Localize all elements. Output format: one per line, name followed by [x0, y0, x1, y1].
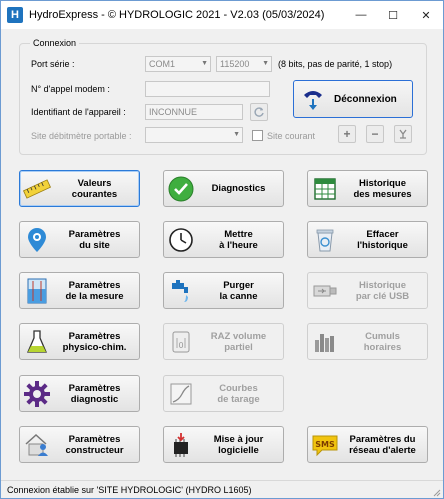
- courbes-tarage-button[interactable]: Courbes de tarage: [163, 375, 284, 412]
- device-label: Identifiant de l'appareil :: [31, 107, 126, 117]
- refresh-button[interactable]: [250, 103, 268, 121]
- courbes-tarage-label: Courbes de tarage: [217, 382, 260, 405]
- parametres-site-label: Paramètres du site: [68, 228, 121, 251]
- mise-a-jour-label: Mise à jour logicielle: [213, 433, 264, 456]
- connexion-group-title: Connexion: [30, 38, 80, 48]
- parametres-alerte-label: Paramètres du réseau d'alerte: [349, 433, 416, 456]
- curve-graph-icon: [170, 383, 192, 404]
- parametres-constructeur-label: Paramètres constructeur: [65, 433, 124, 456]
- modem-label: N° d'appel modem :: [31, 84, 110, 94]
- clock-icon: [169, 227, 193, 252]
- tool-icon: [399, 129, 407, 139]
- purger-canne-button[interactable]: Purger la canne: [163, 272, 284, 309]
- location-pin-gear-icon: [28, 227, 46, 252]
- site-settings-button[interactable]: [394, 125, 412, 143]
- phone-hangup-icon: [304, 91, 322, 110]
- close-button[interactable]: ✕: [409, 1, 443, 29]
- tank-reset-icon: 0: [172, 331, 190, 352]
- effacer-historique-button[interactable]: Effacer l'historique: [307, 221, 428, 258]
- disconnect-label: Déconnexion: [334, 93, 397, 105]
- add-site-button[interactable]: +: [338, 125, 356, 143]
- plus-icon: +: [343, 127, 351, 141]
- port-value: COM1: [149, 59, 176, 69]
- cumuls-horaires-button[interactable]: Cumuls horaires: [307, 323, 428, 360]
- parametres-diagnostic-button[interactable]: Paramètres diagnostic: [19, 375, 140, 412]
- status-bar: Connexion établie sur 'SITE HYDROLOGIC' …: [1, 480, 443, 498]
- water-tap-icon: [172, 279, 188, 302]
- purger-canne-label: Purger la canne: [219, 279, 258, 302]
- minus-icon: −: [371, 127, 379, 141]
- historique-mesures-button[interactable]: Historique des mesures: [307, 170, 428, 207]
- parametres-physico-label: Paramètres physico-chim.: [62, 330, 127, 353]
- gear-icon: [24, 380, 50, 407]
- baud-select[interactable]: 115200 ▼: [216, 56, 272, 72]
- port-select[interactable]: COM1 ▼: [145, 56, 211, 72]
- title-bar: H HydroExpress - © HYDROLOGIC 2021 - V2.…: [1, 1, 443, 29]
- raz-volume-label: RAZ volume partiel: [210, 330, 267, 353]
- chevron-down-icon: ▼: [233, 131, 240, 138]
- spreadsheet-icon: [314, 177, 336, 200]
- cumuls-horaires-label: Cumuls horaires: [363, 330, 402, 353]
- sms-bubble-icon: SMS: [312, 435, 338, 456]
- current-site-checkbox[interactable]: [252, 130, 263, 141]
- flowmeter-select[interactable]: ▼: [145, 127, 243, 143]
- house-user-icon: [25, 433, 48, 456]
- ruler-icon: [22, 178, 52, 199]
- sms-text: SMS: [315, 440, 335, 449]
- disconnect-button[interactable]: Déconnexion: [293, 80, 413, 118]
- parametres-constructeur-button[interactable]: Paramètres constructeur: [19, 426, 140, 463]
- checkmark-circle-icon: [168, 176, 194, 201]
- parametres-physico-button[interactable]: Paramètres physico-chim.: [19, 323, 140, 360]
- resize-grip-icon[interactable]: [431, 487, 441, 497]
- minimize-button[interactable]: —: [345, 1, 377, 29]
- port-label: Port série :: [31, 59, 75, 69]
- historique-usb-button[interactable]: Historique par clé USB: [307, 272, 428, 309]
- parametres-mesure-button[interactable]: Paramètres de la mesure: [19, 272, 140, 309]
- device-field[interactable]: INCONNUE: [145, 104, 243, 120]
- effacer-historique-label: Effacer l'historique: [357, 228, 408, 251]
- current-site-label: Site courant: [267, 131, 316, 141]
- refresh-icon: [254, 107, 264, 117]
- modem-field[interactable]: [145, 81, 270, 97]
- window-controls: — ☐ ✕: [345, 1, 443, 29]
- maximize-button[interactable]: ☐: [377, 1, 409, 29]
- chip-download-icon: [174, 432, 188, 457]
- parametres-site-button[interactable]: Paramètres du site: [19, 221, 140, 258]
- diagnostics-label: Diagnostics: [211, 183, 266, 194]
- port-info: (8 bits, pas de parité, 1 stop): [278, 59, 393, 69]
- usb-drive-icon: [313, 285, 337, 296]
- mise-a-jour-button[interactable]: Mise à jour logicielle: [163, 426, 284, 463]
- remove-site-button[interactable]: −: [366, 125, 384, 143]
- parametres-alerte-button[interactable]: SMS Paramètres du réseau d'alerte: [307, 426, 428, 463]
- baud-value: 115200: [220, 59, 250, 69]
- window-title: HydroExpress - © HYDROLOGIC 2021 - V2.03…: [29, 9, 325, 21]
- raz-volume-button[interactable]: 0 RAZ volume partiel: [163, 323, 284, 360]
- historique-mesures-label: Historique des mesures: [353, 177, 412, 200]
- bar-chart-icon: [315, 333, 334, 352]
- valeurs-courantes-button[interactable]: Valeurs courantes: [19, 170, 140, 207]
- parametres-diagnostic-label: Paramètres diagnostic: [68, 382, 121, 405]
- chevron-down-icon: ▼: [201, 60, 208, 67]
- flask-icon: [27, 329, 47, 353]
- chevron-down-icon: ▼: [262, 60, 269, 67]
- app-logo-icon: H: [7, 7, 23, 23]
- water-tank-icon: [27, 278, 47, 303]
- svg-text:0: 0: [178, 341, 183, 350]
- mettre-heure-label: Mettre à l'heure: [219, 228, 258, 251]
- recycle-bin-icon: [316, 229, 334, 251]
- app-window: H HydroExpress - © HYDROLOGIC 2021 - V2.…: [0, 0, 444, 499]
- parametres-mesure-label: Paramètres de la mesure: [65, 279, 124, 302]
- status-text: Connexion établie sur 'SITE HYDROLOGIC' …: [7, 485, 252, 495]
- historique-usb-label: Historique par clé USB: [355, 279, 410, 302]
- mettre-heure-button[interactable]: Mettre à l'heure: [163, 221, 284, 258]
- flowmeter-label: Site débitmètre portable :: [31, 131, 132, 141]
- valeurs-courantes-label: Valeurs courantes: [71, 177, 118, 200]
- diagnostics-button[interactable]: Diagnostics: [163, 170, 284, 207]
